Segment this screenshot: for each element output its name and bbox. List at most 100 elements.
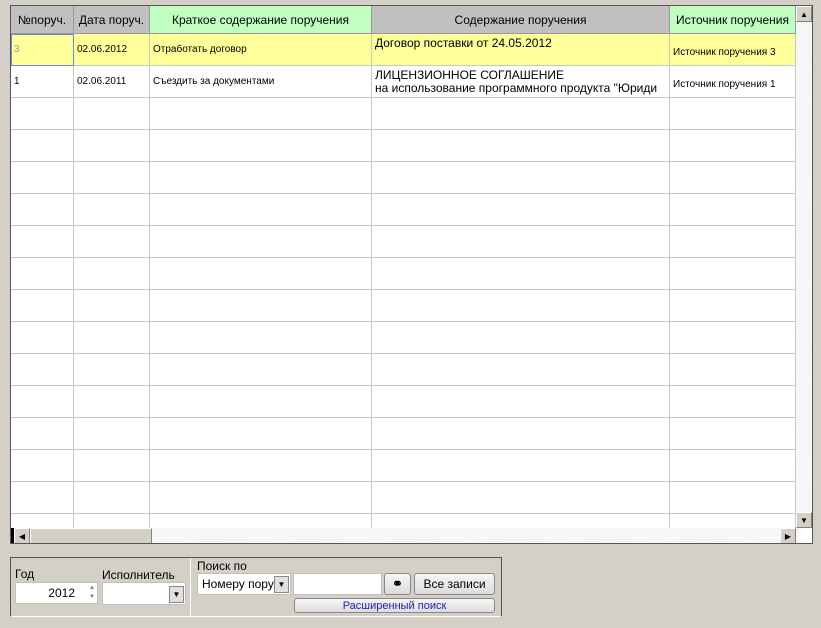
cell-num[interactable] xyxy=(11,290,74,322)
cell-short[interactable] xyxy=(150,226,372,258)
cell-date[interactable] xyxy=(74,130,150,162)
horizontal-scrollbar[interactable]: ◀ ▶ xyxy=(11,528,799,543)
cell-date[interactable] xyxy=(74,386,150,418)
cell-num[interactable] xyxy=(11,322,74,354)
cell-source[interactable]: Источник поручения 1 xyxy=(670,66,796,98)
cell-date[interactable] xyxy=(74,354,150,386)
cell-source[interactable] xyxy=(670,386,796,418)
cell-content[interactable] xyxy=(372,418,670,450)
cell-source[interactable] xyxy=(670,482,796,514)
cell-short[interactable] xyxy=(150,450,372,482)
scroll-up-icon[interactable]: ▲ xyxy=(796,6,812,22)
cell-content[interactable] xyxy=(372,322,670,354)
column-header[interactable]: Содержание поручения xyxy=(372,6,670,34)
cell-num[interactable] xyxy=(11,354,74,386)
empty-row[interactable] xyxy=(11,162,796,194)
chevron-down-icon[interactable]: ▼ xyxy=(274,576,289,593)
cell-date[interactable] xyxy=(74,450,150,482)
spinner-arrows-icon[interactable]: ▲ ▼ xyxy=(89,584,95,602)
column-header[interactable]: №поруч. xyxy=(11,6,74,34)
cell-short[interactable] xyxy=(150,354,372,386)
cell-source[interactable] xyxy=(670,194,796,226)
cell-date[interactable] xyxy=(74,290,150,322)
cell-content[interactable] xyxy=(372,162,670,194)
empty-row[interactable] xyxy=(11,98,796,130)
empty-row[interactable] xyxy=(11,450,796,482)
cell-short[interactable] xyxy=(150,98,372,130)
cell-num[interactable] xyxy=(11,482,74,514)
cell-date[interactable] xyxy=(74,258,150,290)
cell-date[interactable] xyxy=(74,194,150,226)
cell-source[interactable] xyxy=(670,450,796,482)
assignments-grid[interactable]: №поруч. Дата поруч. Краткое содержание пор… xyxy=(10,5,813,544)
cell-content[interactable]: ЛИЦЕНЗИОННОЕ СОГЛАШЕНИЕ на использование … xyxy=(372,66,670,98)
cell-source[interactable] xyxy=(670,322,796,354)
scroll-thumb[interactable] xyxy=(30,528,152,543)
cell-content[interactable] xyxy=(372,450,670,482)
cell-short[interactable] xyxy=(150,162,372,194)
cell-source[interactable]: Источник поручения 3 xyxy=(670,34,796,66)
cell-source[interactable] xyxy=(670,130,796,162)
cell-source[interactable] xyxy=(670,162,796,194)
cell-source[interactable] xyxy=(670,290,796,322)
cell-content[interactable] xyxy=(372,482,670,514)
find-button[interactable]: ⚭ xyxy=(384,573,411,595)
cell-content[interactable] xyxy=(372,258,670,290)
cell-short[interactable] xyxy=(150,130,372,162)
cell-content[interactable]: Договор поставки от 24.05.2012 xyxy=(372,34,670,66)
cell-date[interactable]: 02.06.2012 xyxy=(74,34,150,66)
cell-content[interactable] xyxy=(372,354,670,386)
column-header[interactable]: Дата поруч. xyxy=(74,6,150,34)
cell-source[interactable] xyxy=(670,418,796,450)
year-spinner[interactable]: 2012 ▲ ▼ xyxy=(15,582,98,604)
empty-row[interactable] xyxy=(11,258,796,290)
empty-row[interactable] xyxy=(11,290,796,322)
column-header[interactable]: Источник поручения xyxy=(670,6,796,34)
cell-content[interactable] xyxy=(372,130,670,162)
table-row[interactable]: 1 02.06.2011 Съездить за документами ЛИЦЕНЗ… xyxy=(11,66,796,98)
search-field-select[interactable]: Номеру пору ▼ xyxy=(197,573,291,595)
cell-content[interactable] xyxy=(372,386,670,418)
empty-row[interactable] xyxy=(11,194,796,226)
empty-row[interactable] xyxy=(11,482,796,514)
table-row[interactable]: 3 02.06.2012 Отработать договор Договор пос… xyxy=(11,34,796,66)
cell-date[interactable]: 02.06.2011 xyxy=(74,66,150,98)
cell-source[interactable] xyxy=(670,258,796,290)
cell-date[interactable] xyxy=(74,226,150,258)
cell-date[interactable] xyxy=(74,98,150,130)
cell-short[interactable]: Отработать договор xyxy=(150,34,372,66)
cell-num[interactable] xyxy=(11,162,74,194)
cell-num[interactable] xyxy=(11,418,74,450)
cell-source[interactable] xyxy=(670,354,796,386)
empty-row[interactable] xyxy=(11,386,796,418)
cell-num[interactable]: 1 xyxy=(11,66,74,98)
cell-source[interactable] xyxy=(670,98,796,130)
cell-num[interactable] xyxy=(11,130,74,162)
scroll-left-icon[interactable]: ◀ xyxy=(14,528,30,543)
advanced-search-button[interactable]: Расширенный поиск xyxy=(294,598,495,613)
cell-short[interactable] xyxy=(150,194,372,226)
scroll-right-icon[interactable]: ▶ xyxy=(780,528,796,543)
chevron-down-icon[interactable]: ▼ xyxy=(169,586,184,603)
cell-content[interactable] xyxy=(372,290,670,322)
cell-content[interactable] xyxy=(372,98,670,130)
cell-date[interactable] xyxy=(74,418,150,450)
cell-date[interactable] xyxy=(74,322,150,354)
empty-row[interactable] xyxy=(11,130,796,162)
cell-source[interactable] xyxy=(670,226,796,258)
cell-short[interactable]: Съездить за документами xyxy=(150,66,372,98)
cell-num[interactable] xyxy=(11,194,74,226)
cell-short[interactable] xyxy=(150,482,372,514)
cell-num[interactable] xyxy=(11,98,74,130)
cell-num[interactable] xyxy=(11,386,74,418)
scroll-down-icon[interactable]: ▼ xyxy=(796,512,812,528)
empty-row[interactable] xyxy=(11,226,796,258)
cell-num[interactable] xyxy=(11,258,74,290)
cell-date[interactable] xyxy=(74,162,150,194)
cell-short[interactable] xyxy=(150,386,372,418)
column-header[interactable]: Краткое содержание поручения xyxy=(150,6,372,34)
all-records-button[interactable]: Все записи xyxy=(414,573,495,595)
cell-content[interactable] xyxy=(372,226,670,258)
cell-num[interactable]: 3 xyxy=(11,34,74,66)
cell-short[interactable] xyxy=(150,290,372,322)
